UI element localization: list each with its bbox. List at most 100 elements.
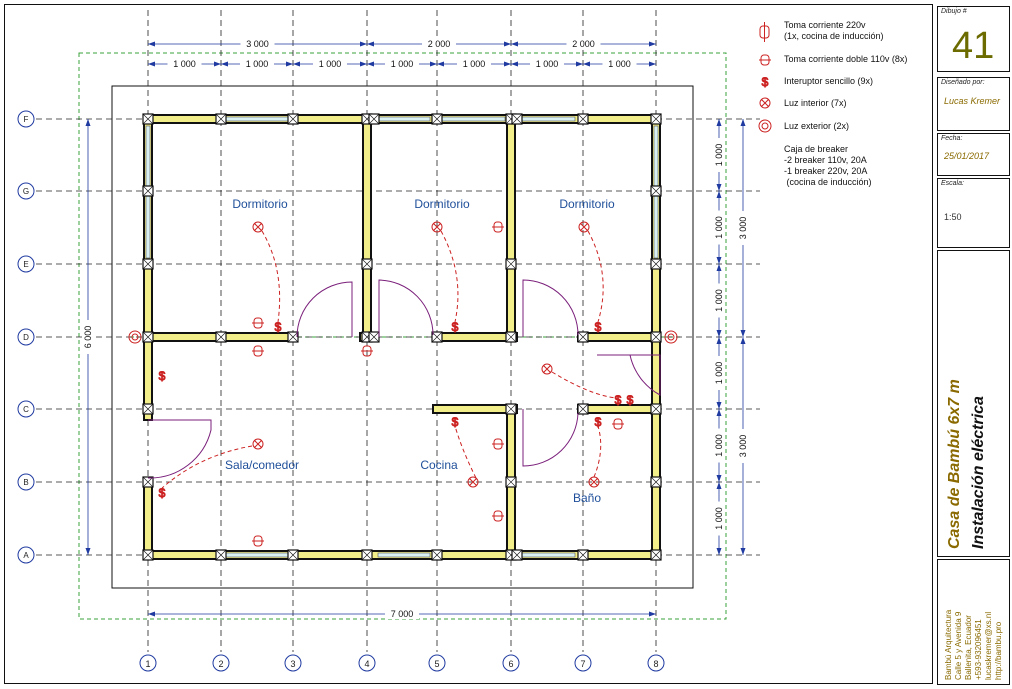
dimension-label: 1 000: [463, 59, 486, 69]
scale-label: Escala:: [941, 180, 964, 187]
grid-label-col: 6: [508, 659, 513, 669]
dimension-label: 1 000: [246, 59, 269, 69]
project-title: Casa de Bambú 6x7 m: [946, 379, 963, 549]
dimension-label: 1 000: [714, 507, 724, 530]
floor-plan: 1 2 3 4 5 6 7 8 F G E D C B A 3 000 2 000 2 000 1 000 1 000…: [4, 4, 933, 684]
company-line: Ballenita, Ecuador: [964, 615, 973, 680]
dimension-label: 3 000: [738, 217, 748, 240]
window: [377, 116, 431, 122]
door-swing: [522, 409, 579, 467]
company-line: Bambú Arquitectura: [944, 609, 953, 680]
switch-icon: $: [762, 75, 769, 89]
date-label: Fecha:: [941, 135, 963, 142]
dimension-label: 1 000: [714, 144, 724, 167]
legend-entry-double-outlet: Toma corriente doble 110v (8x): [784, 54, 908, 64]
title-block-scale: Escala: 1:50: [937, 178, 1010, 248]
wiring-run: [454, 425, 477, 479]
legend-entry-interior-light: Luz interior (7x): [784, 98, 847, 108]
scale-value: 1:50: [944, 212, 962, 222]
grid-label-col: 3: [290, 659, 295, 669]
dimension-label: 1 000: [391, 59, 414, 69]
door-swing: [296, 281, 353, 338]
company-line: Calle 5 y Avenida 9: [954, 611, 963, 680]
date-value: 25/01/2017: [944, 151, 990, 161]
drawing-title: Instalación eléctrica: [970, 396, 987, 549]
company-line: http://bambu.pro: [994, 621, 1003, 680]
wiring-run: [261, 230, 281, 323]
wiring-run: [587, 230, 604, 323]
window: [441, 116, 506, 122]
dimension-label: 1 000: [173, 59, 196, 69]
window: [521, 552, 576, 558]
door-swing: [522, 279, 579, 337]
wall-segment: [432, 332, 518, 342]
window: [653, 125, 659, 187]
dimension-label: 1 000: [319, 59, 342, 69]
dimension-label: 1 000: [714, 216, 724, 239]
wall-segment: [362, 118, 372, 338]
wiring-run: [551, 371, 617, 399]
legend-entry-exterior-light: Luz exterior (2x): [784, 121, 850, 131]
window: [145, 125, 151, 187]
interior-light-icon: [580, 223, 588, 231]
designer-label: Diseñado por:: [941, 79, 985, 86]
exterior-light-icon: [758, 119, 772, 133]
door-swing: [378, 279, 434, 337]
grid-label-col: 4: [364, 659, 369, 669]
interior-light-icon: [543, 365, 551, 373]
legend-icons: $: [758, 22, 772, 133]
drawing-sheet: 1 2 3 4 5 6 7 8 F G E D C B A 3 000 2 000 2 000 1 000 1 000…: [0, 0, 1012, 689]
switch-icon: $: [159, 369, 166, 383]
door-swing: [597, 354, 661, 396]
dimension-label: 7 000: [391, 609, 414, 619]
wiring-run: [593, 425, 602, 478]
dimension-label: 1 000: [714, 289, 724, 312]
room-label: Dormitorio: [232, 197, 288, 211]
legend-entry-breaker: Caja de breaker -2 breaker 110v, 20A -1 …: [784, 144, 872, 187]
grid-label-row: B: [23, 478, 28, 487]
interior-light-icon: [254, 440, 262, 448]
title-block-project: Casa de Bambú 6x7 m Instalación eléctric…: [937, 250, 1010, 557]
wall-segment: [143, 477, 153, 556]
window: [521, 116, 576, 122]
grid-label-row: F: [24, 115, 29, 124]
wall-segment: [432, 404, 518, 414]
sheet-number: 41: [952, 25, 995, 67]
title-block-company: Bambú Arquitectura Calle 5 y Avenida 9 Bal…: [937, 559, 1010, 685]
wall-segment: [577, 332, 657, 342]
grid-label-col: 5: [434, 659, 439, 669]
room-label: Cocina: [420, 458, 458, 472]
switch-icon: $: [452, 415, 459, 429]
grid-label-col: 1: [145, 659, 150, 669]
wiring-run: [440, 230, 459, 323]
room-label: Dormitorio: [559, 197, 615, 211]
switch-icon: $: [275, 320, 282, 334]
designer-name: Lucas Kremer: [944, 96, 1001, 106]
window: [145, 195, 151, 259]
window: [224, 552, 291, 558]
exterior-light-icon: [761, 122, 769, 130]
dimension-label: 3 000: [738, 435, 748, 458]
wall-segment: [506, 118, 516, 338]
switch-icon: $: [627, 393, 634, 407]
grid-label-col: 2: [218, 659, 223, 669]
dimension-label: 1 000: [714, 362, 724, 385]
room-label: Sala/comedor: [225, 458, 299, 472]
grid-label-row: D: [23, 333, 29, 342]
title-block-designer: Diseñado por: Lucas Kremer: [937, 77, 1010, 131]
interior-light-icon: [254, 223, 262, 231]
dimension-label: 3 000: [246, 39, 269, 49]
window: [653, 195, 659, 259]
switch-icon: $: [452, 320, 459, 334]
dimension-label: 2 000: [428, 39, 451, 49]
switch-icon: $: [595, 320, 602, 334]
title-block-sheet: Dibujo # 41: [937, 6, 1010, 72]
grid-label-row: A: [23, 551, 29, 560]
legend-entry-switch: Interuptor sencillo (9x): [784, 76, 874, 86]
grid-label-row: E: [23, 260, 28, 269]
sheet-number-label: Dibujo #: [941, 8, 967, 15]
company-line: +593-932096451: [974, 619, 983, 680]
dimension-label: 6 000: [83, 326, 93, 349]
grid-label-col: 7: [580, 659, 585, 669]
room-label: Baño: [573, 491, 601, 505]
